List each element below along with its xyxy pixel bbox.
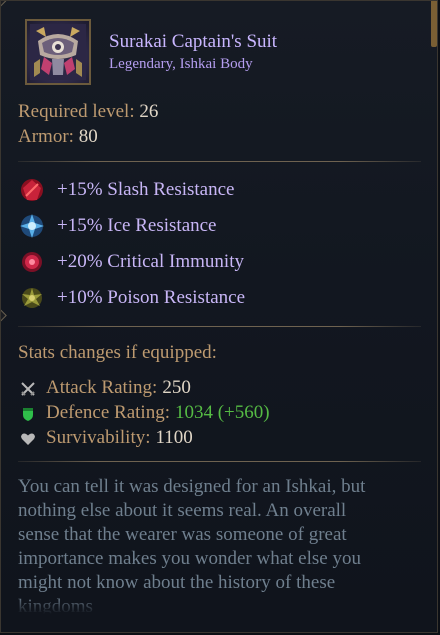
heart-icon (20, 430, 36, 446)
required-level-label: Required level: (18, 101, 135, 122)
modifier-text: +20% Critical Immunity (57, 251, 244, 272)
modifier-row: +15% Slash Resistance (18, 175, 234, 205)
description-line: importance makes you wonder what else yo… (18, 548, 361, 569)
required-level-value: 26 (139, 101, 159, 122)
divider (18, 161, 421, 162)
armor-row: Armor: 80 (18, 125, 98, 149)
attack-rating-row: Attack Rating: 250 (20, 376, 191, 400)
required-level-row: Required level: 26 (18, 100, 158, 124)
crossed-swords-icon (20, 380, 36, 396)
modifier-text: +10% Poison Resistance (57, 287, 246, 308)
modifier-row: +20% Critical Immunity (18, 247, 244, 277)
modifier-row: +15% Ice Resistance (18, 211, 217, 241)
shield-icon (20, 405, 36, 421)
item-header: Surakai Captain's Suit Legendary, Ishkai… (25, 19, 277, 85)
modifier-row: +10% Poison Resistance (18, 283, 245, 313)
attack-rating-value: 250 (162, 377, 191, 398)
description-line: nothing else about it seems real. An ove… (18, 500, 347, 521)
defence-rating-label: Defence Rating: (46, 402, 170, 423)
attack-rating-label: Attack Rating: (46, 377, 158, 398)
armor-suit-icon (25, 19, 91, 85)
poison-resistance-icon (18, 284, 46, 312)
defence-rating-row: Defence Rating: 1034 (+560) (20, 401, 270, 425)
item-title-block: Surakai Captain's Suit Legendary, Ishkai… (109, 30, 277, 74)
description-fade-overlay (1, 596, 437, 632)
critical-immunity-icon (18, 248, 46, 276)
survivability-label: Survivability: (46, 427, 151, 448)
modifier-text: +15% Ice Resistance (57, 215, 217, 236)
defence-rating-value: 1034 (+560) (174, 402, 270, 423)
armor-value: 80 (78, 126, 98, 147)
frame-corner-top-left (1, 1, 7, 7)
item-rarity-type: Legendary, Ishkai Body (109, 56, 253, 72)
survivability-value: 1100 (155, 427, 193, 448)
armor-label: Armor: (18, 126, 74, 147)
item-tooltip: Surakai Captain's Suit Legendary, Ishkai… (0, 0, 438, 633)
scrollbar-thumb[interactable] (431, 1, 437, 47)
item-name: Surakai Captain's Suit (109, 31, 278, 52)
slash-resistance-icon (18, 176, 46, 204)
modifier-text: +15% Slash Resistance (57, 179, 235, 200)
description-line: might not know about the history of thes… (18, 572, 336, 593)
ice-resistance-icon (18, 212, 46, 240)
frame-corner-left-mid (1, 309, 7, 322)
description-line: sense that the wearer was someone of gre… (18, 524, 347, 545)
description-line: You can tell it was designed for an Ishk… (18, 476, 366, 497)
survivability-row: Survivability: 1100 (20, 426, 193, 450)
divider (18, 326, 421, 327)
stats-section-title: Stats changes if equipped: (18, 342, 217, 363)
divider (18, 461, 421, 462)
